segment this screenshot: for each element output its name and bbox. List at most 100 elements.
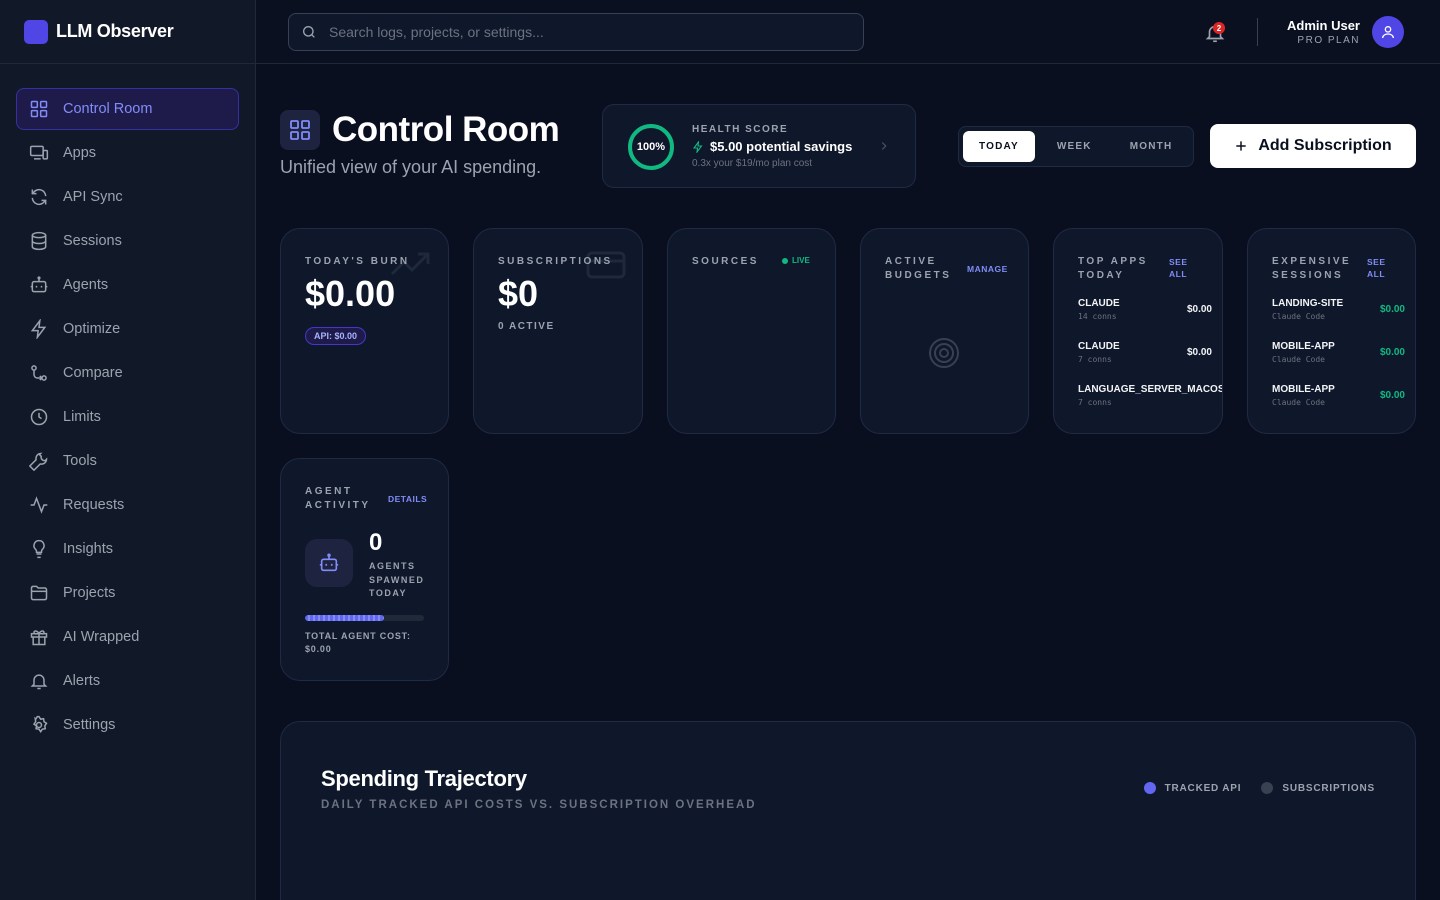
sidebar-nav: Control Room Apps API Sync Sessions Agen… xyxy=(0,64,255,772)
card-label: TOP APPS TODAY xyxy=(1078,256,1148,281)
api-cost-badge: API: $0.00 xyxy=(305,327,367,345)
chevron-right-icon xyxy=(881,142,887,150)
brand-logo-icon xyxy=(24,19,48,44)
app-cost: $0.00 xyxy=(1186,304,1212,315)
brand-name: LLM Observer xyxy=(56,21,174,41)
sources-card: SOURCES LIVE xyxy=(667,228,836,434)
sidebar-item-label: Tools xyxy=(63,453,97,469)
user-name: Admin User xyxy=(1287,18,1360,33)
legend-dot-icon xyxy=(1261,782,1274,794)
header-divider xyxy=(1257,18,1258,46)
sidebar-item-sessions[interactable]: Sessions xyxy=(16,220,239,262)
lightbulb-icon xyxy=(33,539,45,559)
card-label: AGENT ACTIVITY xyxy=(305,486,371,511)
user-icon xyxy=(1382,26,1394,39)
range-week-button[interactable]: WEEK xyxy=(1041,131,1108,162)
search-icon xyxy=(303,26,315,38)
see-all-apps-link[interactable]: SEE ALL xyxy=(1169,256,1193,280)
session-name: LANDING-SITE xyxy=(1272,298,1344,309)
sidebar-item-label: Settings xyxy=(63,717,116,733)
sidebar-item-label: Compare xyxy=(63,365,123,381)
legend-tracked-api[interactable]: TRACKED API xyxy=(1143,782,1242,794)
app-name: LANGUAGE_SERVER_MACOS_AR xyxy=(1078,384,1223,395)
health-score-label: HEALTH SCORE xyxy=(692,124,789,135)
range-today-button[interactable]: TODAY xyxy=(963,131,1035,162)
agent-progress-fill xyxy=(305,615,384,621)
app-name: CLAUDE xyxy=(1078,341,1120,352)
list-item[interactable]: LANGUAGE_SERVER_MACOS_AR 7 conns xyxy=(1078,384,1222,414)
health-score-card[interactable]: 100% HEALTH SCORE $5.00 potential saving… xyxy=(602,104,916,188)
gift-icon xyxy=(30,630,48,646)
trajectory-title: Spending Trajectory xyxy=(321,766,527,791)
sidebar-item-insights[interactable]: Insights xyxy=(16,528,239,570)
avatar[interactable] xyxy=(1372,16,1404,48)
session-cost: $0.00 xyxy=(1379,390,1405,401)
app-cost: $0.00 xyxy=(1186,347,1212,358)
page-subtitle: Unified view of your AI spending. xyxy=(280,157,542,177)
session-name: MOBILE-APP xyxy=(1272,341,1335,352)
list-item[interactable]: CLAUDE 14 conns $0.00 xyxy=(1078,298,1212,328)
sidebar-item-label: Alerts xyxy=(63,673,101,689)
activity-icon xyxy=(30,496,48,514)
search-box[interactable] xyxy=(288,13,864,51)
app-conns: 7 conns xyxy=(1078,398,1112,407)
card-label: ACTIVE BUDGETS xyxy=(885,256,952,281)
sidebar-item-control-room[interactable]: Control Room xyxy=(16,88,239,130)
sidebar-item-label: Projects xyxy=(63,585,116,601)
legend-subscriptions[interactable]: SUBSCRIPTIONS xyxy=(1261,782,1375,794)
agent-activity-card: AGENT ACTIVITY DETAILS 0 AGENTS SPAWNED … xyxy=(280,458,449,681)
agent-total-cost: TOTAL AGENT COST: $0.00 xyxy=(305,631,411,654)
sidebar-item-limits[interactable]: Limits xyxy=(16,396,239,438)
agent-details-link[interactable]: DETAILS xyxy=(388,493,427,505)
sidebar-item-apps[interactable]: Apps xyxy=(16,132,239,174)
search-input[interactable] xyxy=(329,24,829,40)
active-budgets-card: ACTIVE BUDGETS MANAGE xyxy=(860,228,1029,434)
legend-dot-icon xyxy=(1143,782,1156,794)
see-all-sessions-link[interactable]: SEE ALL xyxy=(1367,256,1391,280)
app-name: CLAUDE xyxy=(1078,298,1120,309)
top-apps-card: TOP APPS TODAY SEE ALL CLAUDE 14 conns $… xyxy=(1053,228,1223,434)
list-item[interactable]: CLAUDE 7 conns $0.00 xyxy=(1078,341,1212,371)
sidebar-item-tools[interactable]: Tools xyxy=(16,440,239,482)
top-header: 2 Admin User PRO PLAN xyxy=(256,0,1440,64)
devices-icon xyxy=(29,145,49,160)
robot-icon xyxy=(319,553,339,572)
sidebar-item-agents[interactable]: Agents xyxy=(16,264,239,306)
target-icon xyxy=(929,338,959,368)
trajectory-subtitle: DAILY TRACKED API COSTS VS. SUBSCRIPTION… xyxy=(321,799,757,811)
range-month-button[interactable]: MONTH xyxy=(1114,131,1189,162)
manage-budgets-link[interactable]: MANAGE xyxy=(967,263,1008,275)
agent-progress-bar xyxy=(305,615,424,621)
sidebar-item-settings[interactable]: Settings xyxy=(16,704,239,746)
sidebar-item-alerts[interactable]: Alerts xyxy=(16,660,239,702)
card-label: TODAY'S BURN xyxy=(305,256,410,267)
clock-icon xyxy=(30,408,48,426)
time-range-selector: TODAY WEEK MONTH xyxy=(958,126,1194,167)
robot-icon xyxy=(30,276,48,293)
health-score-percent: 100% xyxy=(636,141,666,153)
legend-label: SUBSCRIPTIONS xyxy=(1282,782,1375,794)
grid-icon xyxy=(290,120,310,140)
page-title: Control Room xyxy=(332,110,560,149)
sidebar-item-ai-wrapped[interactable]: AI Wrapped xyxy=(16,616,239,658)
brand[interactable]: LLM Observer xyxy=(0,0,255,64)
card-label: EXPENSIVE SESSIONS xyxy=(1272,256,1352,281)
sidebar-item-api-sync[interactable]: API Sync xyxy=(16,176,239,218)
subscriptions-value: $0 xyxy=(498,273,539,314)
sidebar-item-compare[interactable]: Compare xyxy=(16,352,239,394)
sidebar-item-label: Requests xyxy=(63,497,125,513)
sidebar-item-optimize[interactable]: Optimize xyxy=(16,308,239,350)
health-savings-text: $5.00 potential savings xyxy=(710,139,853,154)
list-item[interactable]: MOBILE-APP Claude Code $0.00 xyxy=(1272,384,1405,414)
user-info[interactable]: Admin User PRO PLAN xyxy=(1287,18,1360,46)
agent-count-label: AGENTS SPAWNED TODAY xyxy=(369,561,425,598)
list-item[interactable]: MOBILE-APP Claude Code $0.00 xyxy=(1272,341,1405,371)
bolt-icon xyxy=(692,140,703,153)
sidebar-item-requests[interactable]: Requests xyxy=(16,484,239,526)
sidebar-item-label: API Sync xyxy=(63,189,123,205)
todays-burn-card: TODAY'S BURN $0.00 API: $0.00 xyxy=(280,228,449,434)
add-subscription-button[interactable]: Add Subscription xyxy=(1210,124,1416,168)
list-item[interactable]: LANDING-SITE Claude Code $0.00 xyxy=(1272,298,1405,328)
sidebar-item-projects[interactable]: Projects xyxy=(16,572,239,614)
expensive-sessions-card: EXPENSIVE SESSIONS SEE ALL LANDING-SITE … xyxy=(1247,228,1416,434)
